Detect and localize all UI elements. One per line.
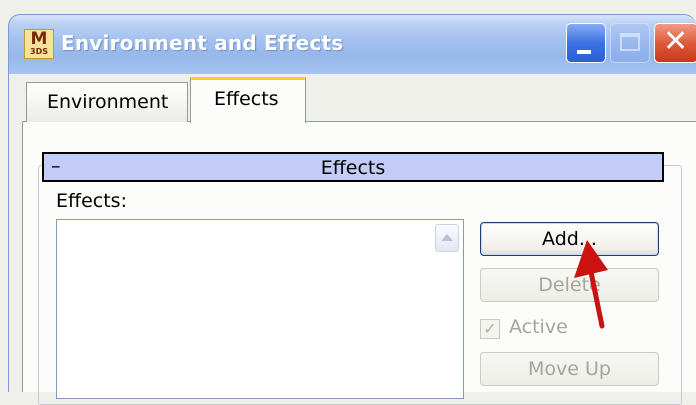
minimize-icon [577,50,591,54]
close-icon: ✕ [663,24,689,59]
close-button[interactable]: ✕ [654,23,696,63]
tab-environment[interactable]: Environment [26,82,188,122]
app-icon[interactable]: M 3DS [24,29,54,59]
maximize-icon [620,33,640,51]
scroll-up-button[interactable] [435,224,459,252]
minimize-button[interactable] [566,23,606,63]
active-checkbox-label: Active [509,316,568,338]
app-icon-letter: M [30,29,48,49]
maximize-button[interactable] [610,23,650,63]
tab-effects[interactable]: Effects [190,77,306,123]
pointer-arrow-icon [574,240,608,329]
app-icon-subtext: 3DS [30,47,48,56]
move-up-button[interactable]: Move Up [480,352,659,386]
rollout-title: Effects [320,157,386,179]
active-checkbox[interactable]: ✓ [480,319,500,339]
effects-list-label: Effects: [56,190,127,212]
scroll-up-arrow-icon [441,234,453,241]
window-title: Environment and Effects [61,31,344,55]
effects-listbox[interactable] [56,219,464,399]
rollout-header-effects[interactable]: – Effects [42,152,664,182]
